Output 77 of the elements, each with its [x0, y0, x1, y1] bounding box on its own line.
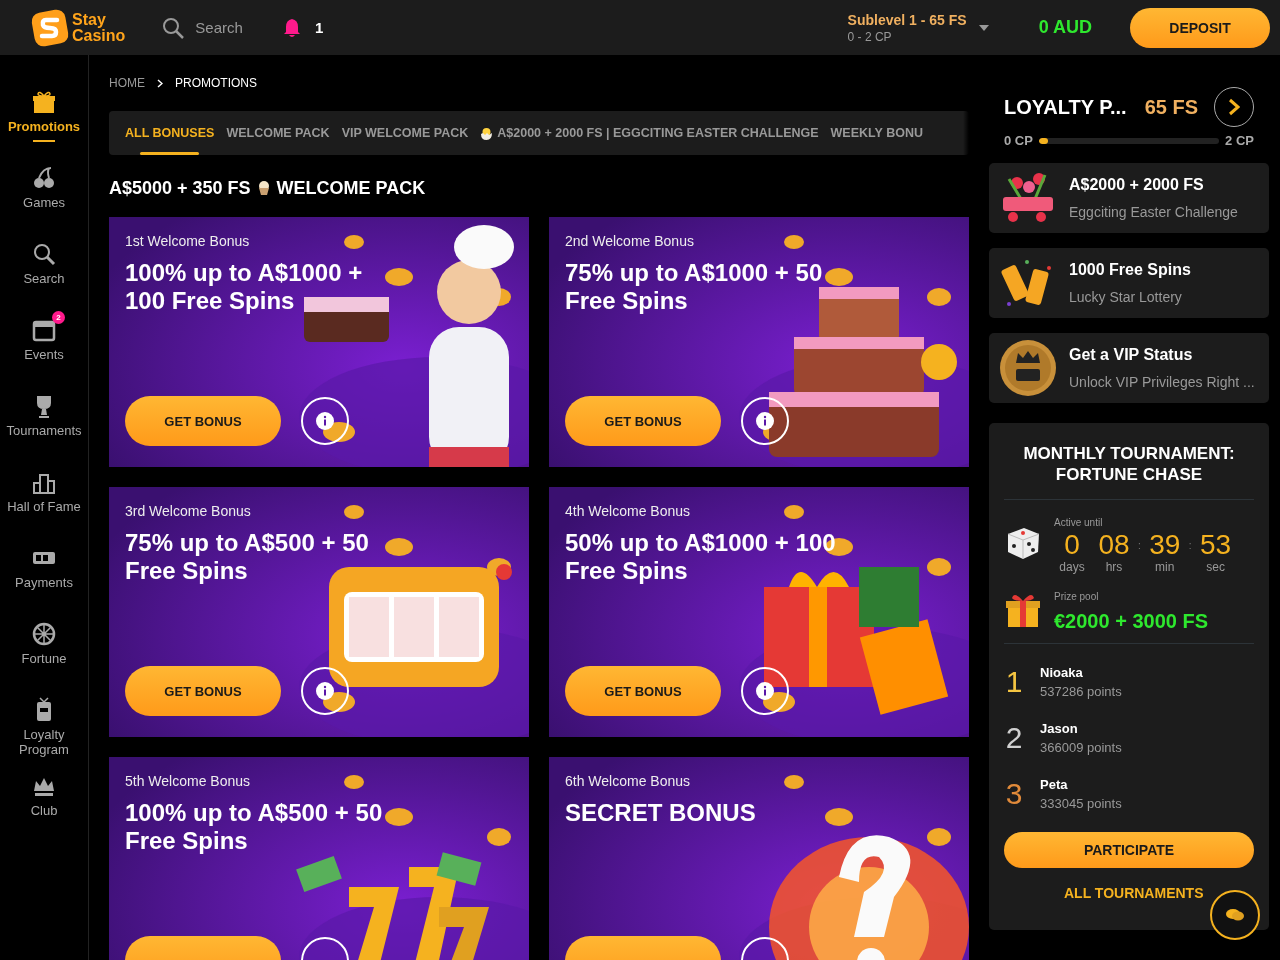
- bonus-title: 75% up to A$500 + 50 Free Spins: [125, 529, 370, 585]
- search-link[interactable]: Search: [195, 19, 243, 36]
- breadcrumb-link[interactable]: HOME: [109, 76, 145, 90]
- sidebar-item[interactable]: Fortune: [0, 619, 88, 695]
- player-points: 366009 points: [1040, 740, 1122, 755]
- sidebar-item[interactable]: Tournaments: [0, 391, 88, 467]
- promo-subtitle: Unlock VIP Privileges Right ...: [1069, 374, 1255, 390]
- promo-card[interactable]: Get a VIP Status Unlock VIP Privileges Right ...: [989, 333, 1269, 403]
- section-title: A$5000 + 350 FS WELCOME PACK: [109, 177, 427, 199]
- player-points: 333045 points: [1040, 796, 1122, 811]
- count-badge: 2: [52, 311, 65, 324]
- bonus-title: 75% up to A$1000 + 50 Free Spins: [565, 259, 824, 315]
- get-bonus-button[interactable]: GET BONUS: [125, 396, 281, 446]
- level-selector[interactable]: Sublevel 1 - 65 FS 0 - 2 CP: [847, 11, 989, 44]
- sidebar-item[interactable]: Promotions: [0, 87, 88, 163]
- progress-end: 2 CP: [1225, 133, 1254, 148]
- timer-value: 0: [1064, 530, 1080, 560]
- tab[interactable]: ALL BONUSES: [125, 111, 215, 155]
- loyalty-title: LOYALTY P...: [1004, 95, 1128, 119]
- get-bonus-button[interactable]: GET BONUS: [565, 666, 721, 716]
- bonus-title: 50% up to A$1000 + 100 Free Spins: [565, 529, 837, 585]
- deposit-button[interactable]: DEPOSIT: [1130, 7, 1270, 48]
- bonus-subtitle: 6th Welcome Bonus: [565, 773, 692, 789]
- timer-value: 53: [1200, 530, 1232, 560]
- tab[interactable]: WEEKLY BONU: [830, 111, 923, 155]
- bonus-title: 100% up to A$500 + 50 Free Spins: [125, 799, 384, 855]
- rank-number: 2: [1004, 721, 1024, 755]
- loyalty-reward: 65 FS: [1144, 95, 1198, 119]
- tab[interactable]: WELCOME PACK: [226, 111, 330, 155]
- bonus-title: 100% up to A$1000 + 100 Free Spins: [125, 259, 364, 315]
- prize-amount: €2000 + 3000 FS: [1054, 610, 1208, 633]
- sidebar-item[interactable]: Games: [0, 163, 88, 239]
- bonus-subtitle: 5th Welcome Bonus: [125, 773, 252, 789]
- tab[interactable]: VIP WELCOME PACK: [341, 111, 469, 155]
- breadcrumb-current: PROMOTIONS: [175, 76, 257, 90]
- player-points: 537286 points: [1040, 684, 1122, 699]
- tab[interactable]: A$2000 + 2000 FS | EGGCITING EASTER CHALLENGE: [480, 111, 819, 155]
- player-name: Peta: [1040, 777, 1069, 792]
- bonus-subtitle: 2nd Welcome Bonus: [565, 233, 695, 249]
- timer-value: 08: [1098, 530, 1130, 560]
- promo-card[interactable]: A$2000 + 2000 FS Eggciting Easter Challenge: [989, 163, 1269, 233]
- rank-number: 1: [1004, 665, 1024, 699]
- timer-separator: :: [1138, 540, 1141, 551]
- logo-text: Stay Casino: [72, 11, 126, 44]
- timer-unit: min: [1155, 560, 1175, 574]
- timer-unit: hrs: [1105, 560, 1123, 574]
- bonus-subtitle: 4th Welcome Bonus: [565, 503, 692, 519]
- timer-value: 39: [1149, 530, 1181, 560]
- timer-unit: sec: [1206, 560, 1225, 574]
- promo-title: Get a VIP Status: [1069, 346, 1194, 364]
- prize-pool-label: Prize pool: [1054, 591, 1099, 602]
- promo-subtitle: Eggciting Easter Challenge: [1069, 204, 1238, 220]
- tournament-title: MONTHLY TOURNAMENT: FORTUNE CHASE: [1004, 443, 1254, 500]
- promo-subtitle: Lucky Star Lottery: [1069, 289, 1183, 305]
- timer-separator: :: [1188, 540, 1192, 551]
- sidebar-item[interactable]: Club: [0, 771, 88, 847]
- balance: 0 AUD: [1038, 17, 1092, 38]
- promo-card[interactable]: 1000 Free Spins Lucky Star Lottery: [989, 248, 1269, 318]
- active-until-label: Active until: [1054, 517, 1103, 528]
- bonus-subtitle: 1st Welcome Bonus: [125, 233, 251, 249]
- player-name: Nioaka: [1040, 665, 1084, 680]
- rank-number: 3: [1004, 777, 1024, 811]
- sidebar-item[interactable]: Loyalty Program: [0, 695, 88, 771]
- sidebar-item[interactable]: Payments: [0, 543, 88, 619]
- progress-start: 0 CP: [1004, 133, 1033, 148]
- participate-button[interactable]: PARTICIPATE: [1004, 832, 1254, 868]
- bonus-subtitle: 3rd Welcome Bonus: [125, 503, 252, 519]
- notification-count: 1: [314, 19, 324, 36]
- sidebar-item[interactable]: Hall of Fame: [0, 467, 88, 543]
- promo-title: 1000 Free Spins: [1069, 261, 1191, 279]
- all-tournaments-link[interactable]: ALL TOURNAMENTS: [1064, 885, 1204, 901]
- get-bonus-button[interactable]: GET BONUS: [125, 666, 281, 716]
- bonus-title: SECRET BONUS: [565, 799, 757, 827]
- get-bonus-button[interactable]: GET BONUS: [565, 396, 721, 446]
- timer-unit: days: [1059, 560, 1085, 574]
- promo-title: A$2000 + 2000 FS: [1069, 176, 1205, 194]
- player-name: Jason: [1040, 721, 1079, 736]
